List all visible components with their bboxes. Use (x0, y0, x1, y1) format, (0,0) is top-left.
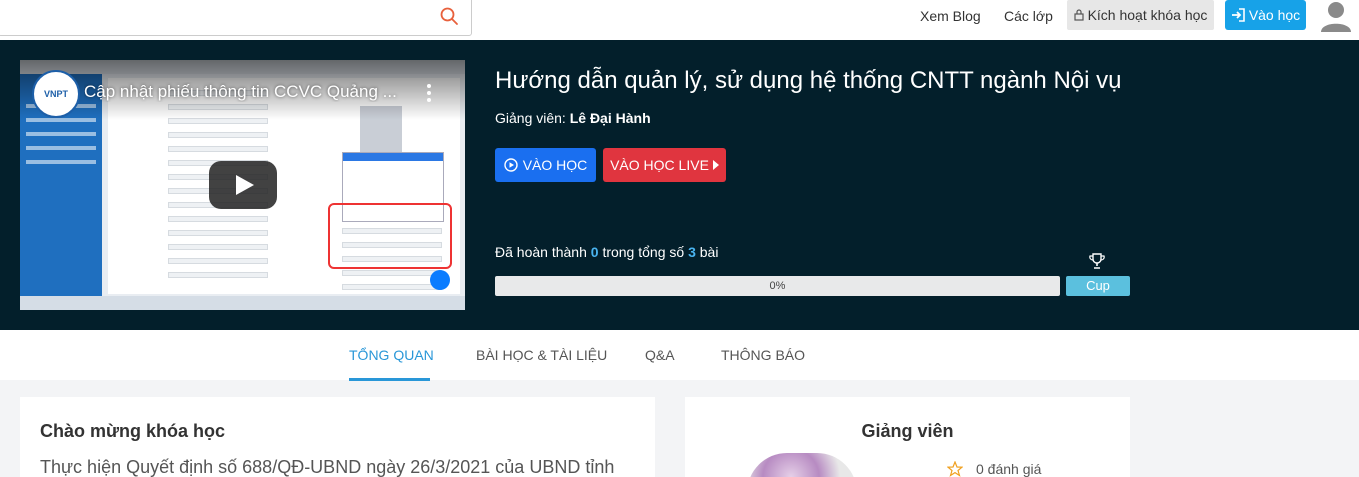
teacher-label: Giảng viên: (495, 110, 566, 126)
tab-lessons-materials[interactable]: BÀI HỌC & TÀI LIỆU (476, 347, 607, 363)
welcome-text: Thực hiện Quyết định số 688/QĐ-UBND ngày… (40, 457, 615, 477)
play-icon[interactable] (209, 161, 277, 209)
progress-suffix: bài (699, 244, 719, 260)
video-frame-taskbar (20, 296, 465, 310)
login-button[interactable]: Vào học (1225, 0, 1306, 30)
course-tabs: TỔNG QUAN BÀI HỌC & TÀI LIỆU Q&A THÔNG B… (0, 330, 1359, 381)
lock-icon (1073, 9, 1084, 21)
progress-summary: Đã hoàn thành 0 trong tổng số 3 bài (495, 244, 718, 260)
activate-course-label: Kích hoạt khóa học (1087, 7, 1208, 23)
teacher-name: Lê Đại Hành (569, 110, 651, 126)
instructor-heading: Giảng viên (861, 421, 954, 441)
live-learning-button[interactable]: VÀO HỌC LIVE (603, 148, 726, 182)
live-learning-label: VÀO HỌC LIVE (610, 157, 709, 173)
instructor-avatar (747, 453, 857, 477)
course-hero: VNPT Cập nhật phiếu thông tin CCVC Quảng… (0, 40, 1359, 330)
user-avatar-icon[interactable] (1319, 0, 1353, 32)
more-vert-icon[interactable] (424, 82, 434, 104)
search-icon[interactable] (439, 6, 459, 26)
course-title: Hướng dẫn quản lý, sử dụng hệ thống CNTT… (495, 67, 1122, 94)
progress-bar: 0% (495, 276, 1060, 296)
progress-total: 3 (688, 244, 696, 260)
search-box[interactable] (0, 0, 472, 36)
progress-percent-label: 0% (769, 280, 786, 292)
nav-classes-link[interactable]: Các lớp (1004, 7, 1053, 25)
search-input[interactable] (9, 5, 429, 29)
tab-qa[interactable]: Q&A (645, 347, 675, 363)
vnpt-logo: VNPT (32, 70, 80, 118)
instructor-card: Giảng viên 0 đánh giá (685, 397, 1130, 477)
login-icon (1231, 8, 1245, 22)
messenger-icon (430, 270, 450, 290)
play-circle-icon (504, 158, 518, 172)
video-title[interactable]: Cập nhật phiếu thông tin CCVC Quảng ... (84, 82, 414, 102)
start-learning-label: VÀO HỌC (522, 157, 588, 173)
welcome-card: Chào mừng khóa học Thực hiện Quyết định … (20, 397, 655, 477)
vnpt-logo-text: VNPT (43, 89, 68, 99)
start-learning-button[interactable]: VÀO HỌC (495, 148, 596, 182)
video-frame-annotation (328, 203, 452, 269)
progress-prefix: Đã hoàn thành (495, 244, 587, 260)
progress-completed: 0 (590, 244, 599, 260)
trophy-icon (1089, 253, 1105, 269)
rating-count: 0 đánh giá (976, 461, 1042, 477)
cup-button[interactable]: Cup (1066, 276, 1130, 296)
active-tab-indicator (349, 378, 430, 381)
top-navbar: Xem Blog Các lớp Kích hoạt khóa học Vào … (0, 0, 1359, 40)
caret-right-icon (712, 160, 719, 170)
welcome-heading: Chào mừng khóa học (40, 421, 226, 441)
tab-overview[interactable]: TỔNG QUAN (349, 347, 434, 363)
tab-announcements[interactable]: THÔNG BÁO (721, 347, 805, 363)
course-video-player[interactable]: VNPT Cập nhật phiếu thông tin CCVC Quảng… (20, 60, 465, 310)
star-icon[interactable] (947, 461, 963, 477)
teacher-line: Giảng viên: Lê Đại Hành (495, 110, 651, 126)
nav-blog-link[interactable]: Xem Blog (920, 7, 981, 25)
progress-middle: trong tổng số (602, 244, 685, 260)
login-label: Vào học (1248, 7, 1301, 23)
activate-course-button[interactable]: Kích hoạt khóa học (1067, 0, 1214, 30)
